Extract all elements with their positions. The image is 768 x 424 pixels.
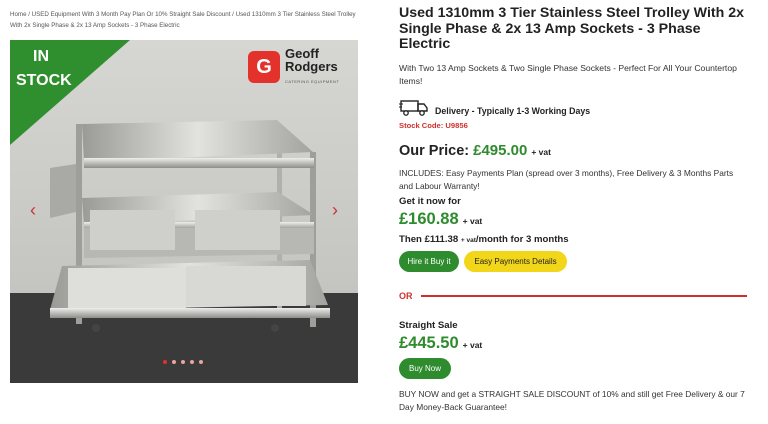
in-stock-line2: STOCK <box>16 72 72 89</box>
straight-sale-price: £445.50 + vat <box>399 334 482 353</box>
monthly-payment-text: Then £111.38 <box>399 234 459 245</box>
vat-label: + vat <box>531 147 551 157</box>
delivery-truck-icon <box>399 100 428 116</box>
delivery-text: Delivery - Typically 1-3 Working Days <box>435 106 591 116</box>
vat-label: + vat <box>462 340 483 350</box>
gallery-dot[interactable] <box>172 360 176 364</box>
stock-code: Stock Code: U9856 <box>399 121 468 130</box>
brand-tagline: CATERING EQUIPMENT <box>285 78 340 84</box>
or-label: OR <box>399 291 413 301</box>
product-image-gallery[interactable]: IN STOCK G Geoff Rodgers CATERING EQUIPM… <box>10 40 358 383</box>
delivery-info: Delivery - Typically 1-3 Working Days <box>399 98 590 118</box>
brand-mark-icon: G <box>248 51 280 83</box>
in-stock-badge: IN STOCK <box>16 45 72 93</box>
our-price: Our Price: £495.00 + vat <box>399 142 551 159</box>
product-title: Used 1310mm 3 Tier Stainless Steel Troll… <box>399 5 744 52</box>
gallery-dot[interactable] <box>163 360 167 364</box>
hire-it-buy-it-button[interactable]: Hire it Buy it <box>399 251 459 272</box>
gallery-dot[interactable] <box>190 360 194 364</box>
our-price-amount: £495.00 <box>473 142 528 159</box>
gallery-prev-icon[interactable]: ‹ <box>26 201 40 219</box>
finance-price: £160.88 + vat <box>399 210 482 229</box>
monthly-payment-suffix: /month for 3 months <box>475 234 569 245</box>
our-price-label: Our Price: <box>399 143 470 159</box>
divider-line <box>420 295 747 297</box>
gallery-dot[interactable] <box>199 360 203 364</box>
gallery-dots <box>163 360 203 364</box>
buy-now-button[interactable]: Buy Now <box>399 358 451 379</box>
vat-label: + vat <box>462 216 483 226</box>
straight-sale-title: Straight Sale <box>399 320 458 331</box>
product-description: With Two 13 Amp Sockets & Two Single Pha… <box>399 63 737 86</box>
brand-name: Geoff Rodgers CATERING EQUIPMENT <box>285 47 339 88</box>
straight-sale-amount: £445.50 <box>399 334 459 352</box>
brand-name-line2: Rodgers <box>285 58 338 74</box>
buy-now-note: BUY NOW and get a STRAIGHT SALE DISCOUNT… <box>399 389 745 412</box>
includes-text: INCLUDES: Easy Payments Plan (spread ove… <box>399 168 734 191</box>
finance-price-amount: £160.88 <box>399 210 459 228</box>
in-stock-line1: IN <box>33 48 49 65</box>
get-it-now-label: Get it now for <box>399 196 461 207</box>
brand-logo: G Geoff Rodgers CATERING EQUIPMENT <box>248 47 350 87</box>
gallery-dot[interactable] <box>181 360 185 364</box>
easy-payments-details-button[interactable]: Easy Payments Details <box>464 251 567 272</box>
breadcrumb[interactable]: Home / USED Equipment With 3 Month Pay P… <box>10 9 360 31</box>
gallery-next-icon[interactable]: › <box>328 201 342 219</box>
monthly-payment: Then £111.38 + vat/month for 3 months <box>399 234 569 245</box>
monthly-vat-label: + vat <box>460 237 476 244</box>
or-divider: OR <box>399 291 747 301</box>
